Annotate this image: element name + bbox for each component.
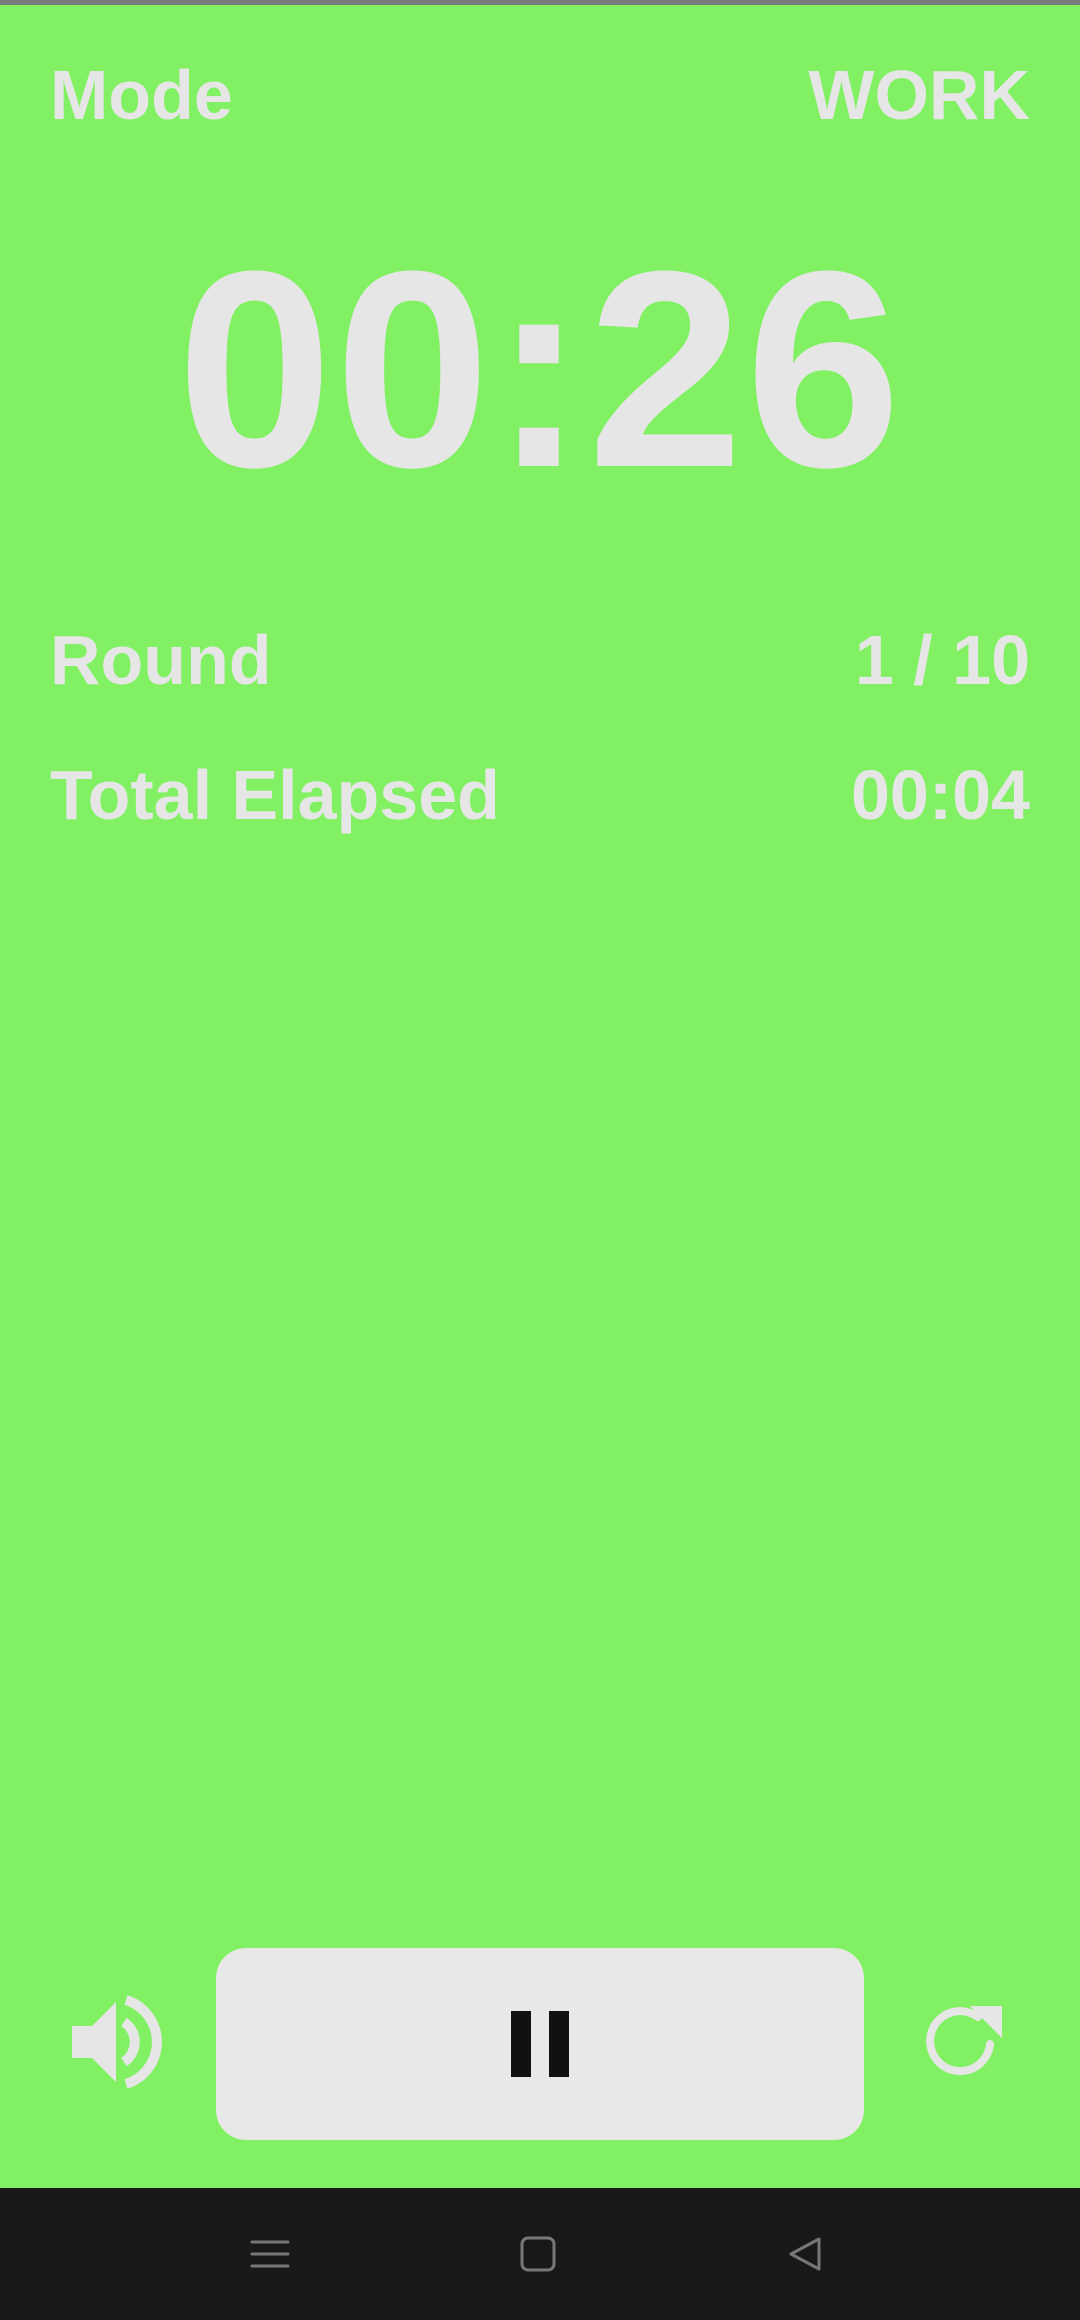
status-strip [0, 0, 1080, 5]
round-label: Round [50, 621, 272, 699]
mode-row: Mode WORK [50, 50, 1030, 140]
system-navigation-bar [0, 2188, 1080, 2320]
volume-up-icon [72, 1995, 162, 2089]
nav-home-button[interactable] [506, 2222, 570, 2286]
mode-label: Mode [50, 56, 233, 134]
total-elapsed-row: Total Elapsed 00:04 [50, 750, 1030, 840]
total-elapsed-label: Total Elapsed [50, 756, 500, 834]
interval-timer-screen: Mode WORK 00:26 Round 1 / 10 Total Elaps… [0, 0, 1080, 2188]
round-value: 1 / 10 [854, 621, 1030, 699]
back-icon [789, 2237, 821, 2271]
mode-value: WORK [808, 56, 1030, 134]
pause-button[interactable] [216, 1948, 864, 2140]
countdown-timer: 00:26 [176, 214, 904, 526]
pause-icon [511, 2011, 569, 2077]
timer-controls [0, 1948, 1080, 2140]
nav-back-button[interactable] [774, 2222, 838, 2286]
menu-icon [250, 2240, 290, 2268]
restart-button[interactable] [912, 1992, 1012, 2092]
sound-button[interactable] [68, 1992, 168, 2092]
round-row: Round 1 / 10 [50, 615, 1030, 705]
total-elapsed-value: 00:04 [850, 756, 1030, 834]
nav-menu-button[interactable] [238, 2222, 302, 2286]
home-icon [520, 2236, 556, 2272]
restart-icon [926, 2006, 1002, 2076]
